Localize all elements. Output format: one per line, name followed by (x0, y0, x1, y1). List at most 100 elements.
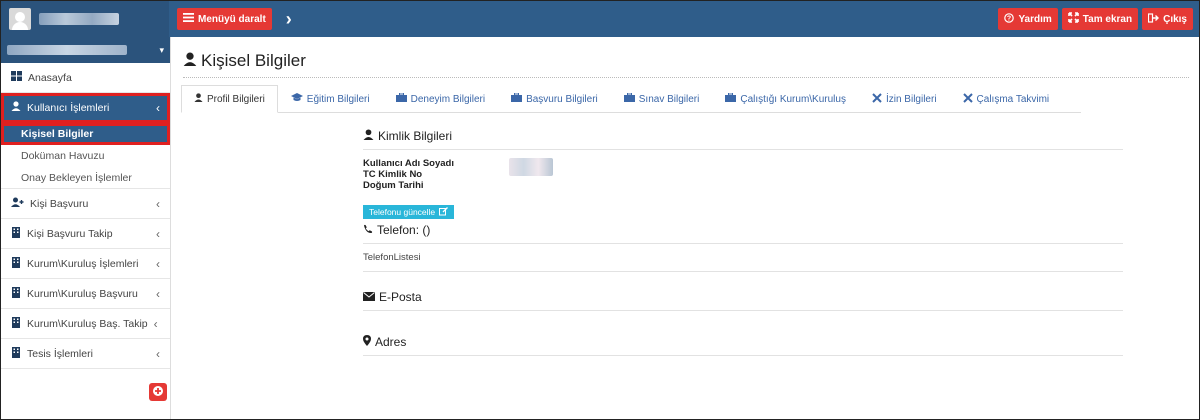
briefcase-icon (725, 92, 737, 105)
sidebar-item-person-application[interactable]: Kişi Başvuru ‹ (1, 189, 170, 219)
submenu-item-document-pool[interactable]: Doküman Havuzu (1, 145, 170, 167)
building-icon (11, 346, 21, 361)
phone-list: TelefonListesi (363, 252, 421, 263)
submenu-item-label: Doküman Havuzu (21, 150, 105, 162)
submenu: Kişisel Bilgiler Doküman Havuzu Onay Bek… (1, 123, 170, 189)
graduation-cap-icon (290, 93, 303, 105)
app-window: Menüyü daralt › ? Yardım Tam ekran Çıkış (0, 0, 1200, 420)
submenu-item-label: Onay Bekleyen İşlemler (21, 171, 132, 184)
sidebar-item-institution-operations[interactable]: Kurum\Kuruluş İşlemleri ‹ (1, 249, 170, 279)
building-icon (11, 256, 21, 271)
sidebar-item-label: Kurum\Kuruluş İşlemleri (27, 257, 139, 270)
logout-icon (1147, 12, 1160, 26)
chevron-left-icon: ‹ (156, 286, 160, 301)
user-icon (183, 51, 197, 71)
sidebar-item-label: Kişi Başvuru (30, 197, 89, 210)
update-phone-button[interactable]: Telefonu güncelle (363, 205, 455, 219)
map-marker-icon (363, 335, 371, 349)
tab-label: Deneyim Bilgileri (410, 93, 486, 105)
sidebar-item-institution-application-tracking[interactable]: Kurum\Kuruluş Baş. Takip ‹ (1, 309, 170, 339)
briefcase-icon (395, 92, 407, 105)
user-plus-icon (11, 197, 24, 210)
tab-label: Sınav Bilgileri (638, 93, 700, 105)
building-icon (11, 316, 21, 331)
tab-workplace[interactable]: Çalıştığı Kurum\Kuruluş (712, 85, 859, 113)
top-actions: ? Yardım Tam ekran Çıkış (998, 8, 1193, 30)
tab-leave[interactable]: İzin Bilgileri (859, 85, 950, 113)
help-label: Yardım (1018, 13, 1052, 25)
briefcase-icon (511, 92, 523, 105)
submenu-item-personal-info[interactable]: Kişisel Bilgiler (1, 123, 170, 145)
section-divider (363, 271, 1123, 272)
tab-education[interactable]: Eğitim Bilgileri (278, 85, 383, 113)
help-button[interactable]: ? Yardım (998, 8, 1058, 30)
tab-label: İzin Bilgileri (885, 93, 937, 105)
top-bar: Menüyü daralt › ? Yardım Tam ekran Çıkış (1, 1, 1199, 37)
logout-label: Çıkış (1163, 13, 1187, 25)
section-divider (363, 310, 1123, 311)
hamburger-icon (183, 13, 194, 25)
section-divider (363, 355, 1123, 356)
chevron-left-icon: ‹ (153, 316, 158, 331)
user-icon (11, 101, 21, 114)
tab-experience[interactable]: Deneyim Bilgileri (383, 85, 498, 113)
phone-title-text: Telefon: () (377, 223, 431, 237)
fullscreen-button[interactable]: Tam ekran (1061, 8, 1139, 30)
chevron-left-icon: ‹ (156, 346, 160, 361)
collapse-menu-button[interactable]: Menüyü daralt (177, 8, 272, 30)
address-title-text: Adres (375, 335, 407, 349)
chevron-left-icon: ‹ (156, 100, 160, 115)
field-label-fullname: Kullanıcı Adı Soyadı (363, 158, 454, 169)
field-label-birth-date: Doğum Tarihi (363, 180, 424, 191)
sidebar-item-home[interactable]: Anasayfa (1, 63, 170, 93)
user-icon (194, 93, 203, 105)
blurred-username (39, 13, 119, 25)
plus-circle-icon (152, 385, 164, 400)
title-divider (183, 77, 1189, 78)
tab-label: Profil Bilgileri (207, 93, 265, 105)
email-section-title: E-Posta (363, 290, 1123, 304)
identity-section-title: Kimlik Bilgileri (363, 129, 1123, 143)
edit-icon (439, 206, 449, 218)
svg-text:?: ? (1007, 15, 1011, 22)
tab-profile[interactable]: Profil Bilgileri (181, 85, 278, 113)
logout-button[interactable]: Çıkış (1142, 8, 1193, 30)
tab-bar: Profil Bilgileri Eğitim Bilgileri Deneyi… (181, 85, 1081, 113)
sidebar-item-label: Anasayfa (28, 71, 72, 84)
main-content: Kişisel Bilgiler Profil Bilgileri Eğitim… (173, 37, 1199, 419)
chevron-left-icon: ‹ (156, 196, 160, 211)
submenu-item-pending-approvals[interactable]: Onay Bekleyen İşlemler (1, 167, 170, 189)
collapse-menu-label: Menüyü daralt (198, 13, 266, 25)
sidebar-item-facility-operations[interactable]: Tesis İşlemleri ‹ (1, 339, 170, 369)
tab-work-calendar[interactable]: Çalışma Takvimi (950, 85, 1063, 113)
help-circle-icon: ? (1004, 12, 1015, 26)
chevron-left-icon: ‹ (156, 226, 160, 241)
submenu-item-label: Kişisel Bilgiler (21, 128, 94, 140)
sidebar-header[interactable]: ▾ (1, 37, 170, 63)
user-icon (363, 129, 374, 143)
sidebar-item-person-application-tracking[interactable]: Kişi Başvuru Takip ‹ (1, 219, 170, 249)
plane-icon (872, 92, 882, 106)
tab-label: Çalıştığı Kurum\Kuruluş (740, 93, 846, 105)
avatar (9, 8, 31, 30)
sidebar-item-institution-application[interactable]: Kurum\Kuruluş Başvuru ‹ (1, 279, 170, 309)
sidebar: ▾ Anasayfa Kullanıcı İşlemleri ‹ Kişisel… (1, 37, 171, 419)
add-button[interactable] (149, 383, 167, 401)
user-brand (1, 1, 169, 37)
page-title-text: Kişisel Bilgiler (201, 51, 306, 70)
phone-icon (363, 223, 373, 237)
tab-label: Başvuru Bilgileri (526, 93, 598, 105)
blurred-org-name (7, 45, 127, 55)
sidebar-item-label: Tesis İşlemleri (27, 347, 93, 360)
profile-panel: Kimlik Bilgileri Kullanıcı Adı Soyadı TC… (363, 129, 1123, 364)
blurred-identity-values (509, 158, 553, 176)
sidebar-item-user-operations[interactable]: Kullanıcı İşlemleri ‹ (1, 93, 170, 123)
section-divider (363, 149, 1123, 150)
tab-applications[interactable]: Başvuru Bilgileri (498, 85, 611, 113)
building-icon (11, 286, 21, 301)
sidebar-item-label: Kullanıcı İşlemleri (27, 101, 110, 114)
identity-title-text: Kimlik Bilgileri (378, 129, 453, 143)
tab-exams[interactable]: Sınav Bilgileri (611, 85, 713, 113)
page-title: Kişisel Bilgiler (183, 51, 306, 71)
chevron-right-icon[interactable]: › (286, 10, 292, 28)
